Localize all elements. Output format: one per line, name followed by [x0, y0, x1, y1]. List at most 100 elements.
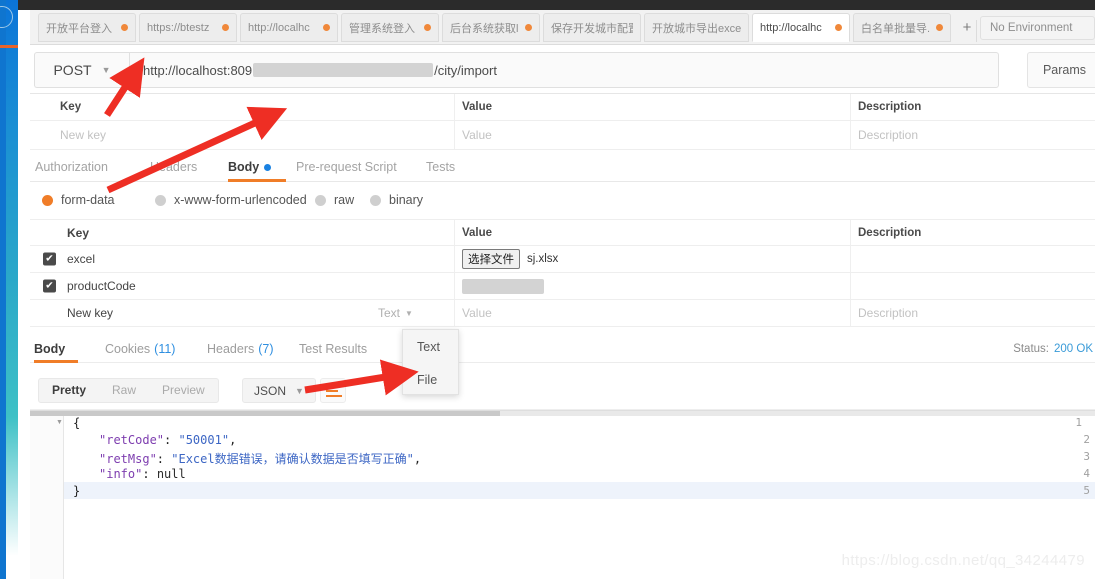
value-type-dropdown[interactable]: Text ▼	[378, 300, 413, 326]
params-button[interactable]: Params	[1027, 52, 1095, 88]
new-description-input[interactable]: Description	[858, 121, 918, 149]
browser-tab-8[interactable]: 白名单批量导.	[853, 13, 951, 42]
active-tab-underline	[228, 179, 286, 182]
col-header-key: Key	[60, 101, 82, 113]
response-language-dropdown[interactable]: JSON ▼	[242, 378, 316, 403]
line-number: 4	[1083, 467, 1090, 480]
response-tab-cookies[interactable]: Cookies (11)	[105, 335, 175, 363]
wrap-lines-button[interactable]	[320, 378, 346, 403]
response-tab-test-results[interactable]: Test Results	[299, 335, 367, 363]
browser-tab-4[interactable]: 后台系统获取l	[442, 13, 540, 42]
body-type-label: x-www-form-urlencoded	[174, 193, 307, 207]
tab-headers[interactable]: Headers	[150, 152, 197, 182]
body-type-x-www-form-urlencoded[interactable]: x-www-form-urlencoded	[155, 186, 307, 214]
body-type-binary[interactable]: binary	[370, 186, 423, 214]
browser-tab-label: 后台系统获取l	[450, 22, 519, 35]
new-key-input[interactable]: New key	[67, 300, 113, 326]
tab-authorization[interactable]: Authorization	[35, 152, 108, 182]
url-bar: POST ▼ http://localhost:809/city/import …	[30, 46, 1095, 94]
json-value: null	[156, 467, 186, 481]
line-number: 1	[1075, 416, 1082, 429]
unsaved-changes-dot-icon	[323, 24, 330, 31]
response-format-toolbar: Pretty Raw Preview JSON ▼	[30, 370, 1095, 410]
choose-file-button[interactable]: 选择文件	[462, 249, 520, 269]
tab-pre-request-script[interactable]: Pre-request Script	[296, 152, 397, 182]
body-type-label: form-data	[61, 193, 115, 207]
new-value-input[interactable]: Value	[462, 121, 492, 149]
dropdown-option-text[interactable]: Text	[403, 330, 458, 363]
value-type-dropdown-menu[interactable]: Text File	[402, 329, 459, 395]
query-params-table: Key Value Description New key Value Desc…	[30, 94, 1095, 152]
url-prefix: http://localhost:809	[143, 62, 253, 78]
body-type-raw[interactable]: raw	[315, 186, 354, 214]
col-header-key: Key	[67, 225, 90, 240]
form-data-key[interactable]: productCode	[67, 273, 136, 299]
browser-tab-0[interactable]: 开放平台登入	[38, 13, 136, 42]
column-divider	[850, 273, 851, 299]
column-divider	[850, 220, 851, 245]
browser-tab-6[interactable]: 开放城市导出excel	[644, 13, 749, 42]
browser-tab-3[interactable]: 管理系统登入	[341, 13, 439, 42]
horizontal-scrollbar-thumb[interactable]	[30, 411, 500, 416]
browser-left-rail	[0, 0, 18, 579]
dropdown-option-file[interactable]: File	[403, 363, 458, 396]
response-tab-headers[interactable]: Headers (7)	[207, 335, 274, 363]
response-view-segmented-control[interactable]: Pretty Raw Preview	[38, 378, 219, 403]
form-data-value[interactable]	[462, 273, 544, 299]
new-value-input[interactable]: Value	[462, 300, 492, 326]
rail-active-marker	[0, 45, 18, 48]
browser-tab-5[interactable]: 保存开发城市配置	[543, 13, 641, 42]
response-tab-count: (7)	[258, 342, 274, 356]
body-type-label: binary	[389, 193, 424, 207]
response-tab-label: Body	[34, 342, 66, 356]
new-key-input[interactable]: New key	[60, 121, 106, 149]
browser-tab-label: http://localhc	[760, 21, 822, 34]
json-separator: :	[142, 467, 157, 481]
column-divider	[454, 246, 455, 272]
browser-tab-7[interactable]: http://localhc	[752, 13, 850, 42]
environment-selector[interactable]: No Environment	[980, 16, 1095, 40]
column-divider	[850, 246, 851, 272]
view-pretty-button[interactable]: Pretty	[39, 379, 99, 402]
response-tab-body[interactable]: Body	[34, 335, 65, 363]
row-checkbox[interactable]: ✔	[43, 252, 56, 266]
json-separator: :	[156, 452, 172, 466]
tab-label: Headers	[150, 160, 198, 174]
browser-tab-2[interactable]: http://localhc	[240, 13, 338, 42]
column-divider	[454, 94, 455, 120]
view-preview-button[interactable]: Preview	[149, 379, 218, 402]
response-tab-label: Headers	[207, 342, 255, 356]
table-row[interactable]: ✔ excel 选择文件 sj.xlsx	[30, 246, 1095, 273]
code-fold-toggle-icon[interactable]: ▼	[56, 419, 63, 426]
url-input[interactable]: http://localhost:809/city/import	[129, 52, 999, 88]
column-divider	[454, 121, 455, 149]
tab-tests[interactable]: Tests	[426, 152, 455, 182]
radio-button-icon[interactable]	[155, 194, 166, 206]
table-row[interactable]: ✔ productCode	[30, 273, 1095, 300]
form-data-value[interactable]: 选择文件 sj.xlsx	[462, 246, 558, 272]
code-line: "retMsg": "Excel数据错误，请确认数据是否填写正确",	[99, 450, 421, 467]
unsaved-changes-dot-icon	[936, 24, 943, 31]
column-divider	[850, 94, 851, 120]
col-header-description: Description	[858, 101, 922, 113]
new-description-input[interactable]: Description	[858, 300, 918, 326]
query-params-header-row: Key Value Description	[30, 94, 1095, 121]
form-data-new-row[interactable]: New key Text ▼ Value Description	[30, 300, 1095, 327]
view-raw-button[interactable]: Raw	[99, 379, 149, 402]
selected-file-name: sj.xlsx	[527, 253, 559, 265]
wrap-lines-icon	[326, 390, 338, 392]
http-method-dropdown[interactable]: POST ▼	[34, 52, 129, 88]
radio-button-icon[interactable]	[42, 194, 53, 206]
unsaved-changes-dot-icon	[121, 24, 128, 31]
status-label: Status:	[1013, 343, 1049, 355]
radio-button-icon[interactable]	[370, 194, 381, 206]
body-type-form-data[interactable]: form-data	[42, 186, 115, 214]
code-line: {	[73, 416, 81, 430]
browser-tab-1[interactable]: https://btestz	[139, 13, 237, 42]
radio-button-icon[interactable]	[315, 194, 326, 206]
row-checkbox[interactable]: ✔	[43, 279, 56, 293]
tabstrip-divider	[976, 20, 977, 42]
tab-body[interactable]: Body	[228, 152, 272, 182]
form-data-key[interactable]: excel	[67, 246, 95, 272]
query-params-empty-row[interactable]: New key Value Description	[30, 121, 1095, 150]
